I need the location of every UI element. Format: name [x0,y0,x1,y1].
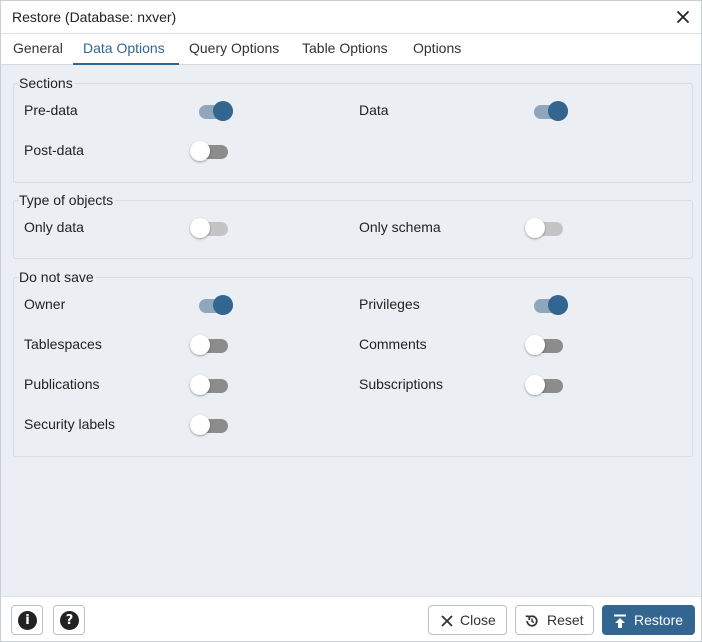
info-icon: i [18,611,37,630]
help-icon: ? [60,611,79,630]
fieldset-type-of-objects [13,200,693,259]
toggle-subscriptions[interactable] [525,373,567,397]
toggle-comments[interactable] [525,333,567,357]
tab-query-options[interactable]: Query Options [189,40,279,56]
close-button[interactable]: Close [428,605,507,635]
tab-general[interactable]: General [13,40,63,56]
dialog-title: Restore (Database: nxver) [12,9,177,25]
dialog-titlebar: Restore (Database: nxver) [1,1,701,34]
reset-icon [525,615,538,627]
close-button-label: Close [460,612,496,628]
toggle-post-data[interactable] [190,139,232,163]
label-privileges: Privileges [359,296,420,312]
toggle-security-labels[interactable] [190,413,232,437]
toggle-data[interactable] [532,99,572,123]
label-only-schema: Only schema [359,219,441,235]
restore-dialog: Restore (Database: nxver) General Data O… [0,0,702,642]
tab-data-options[interactable]: Data Options [83,40,165,56]
help-button[interactable]: ? [53,605,85,635]
close-dialog-button[interactable] [673,7,693,27]
restore-button-label: Restore [634,612,684,628]
toggle-owner[interactable] [197,293,237,317]
label-comments: Comments [359,336,427,352]
legend-sections: Sections [19,75,75,91]
toggle-publications[interactable] [190,373,232,397]
tab-bar: General Data Options Query Options Table… [1,34,701,65]
info-button[interactable]: i [11,605,43,635]
label-data: Data [359,102,389,118]
legend-do-not-save: Do not save [19,269,96,285]
close-icon [676,10,690,24]
toggle-tablespaces[interactable] [190,333,232,357]
label-security-labels: Security labels [24,416,116,432]
toggle-pre-data[interactable] [197,99,237,123]
reset-button[interactable]: Reset [515,605,594,635]
upload-icon [614,614,626,628]
close-icon [441,615,453,627]
reset-button-label: Reset [547,612,584,628]
toggle-only-schema[interactable] [525,216,567,240]
restore-button[interactable]: Restore [602,605,695,635]
label-subscriptions: Subscriptions [359,376,444,392]
active-tab-indicator [73,63,179,65]
label-pre-data: Pre-data [24,102,78,118]
label-publications: Publications [24,376,100,392]
label-only-data: Only data [24,219,84,235]
data-options-panel: Sections Pre-data Data Post-data Type of… [1,66,701,596]
fieldset-sections [13,83,693,183]
tab-table-options[interactable]: Table Options [302,40,388,56]
label-post-data: Post-data [24,142,84,158]
legend-type-of-objects: Type of objects [19,192,116,208]
toggle-privileges[interactable] [532,293,572,317]
dialog-footer: i ? Close Reset Restore [1,596,701,641]
label-tablespaces: Tablespaces [24,336,102,352]
toggle-only-data[interactable] [190,216,232,240]
tab-options[interactable]: Options [413,40,461,56]
label-owner: Owner [24,296,66,312]
